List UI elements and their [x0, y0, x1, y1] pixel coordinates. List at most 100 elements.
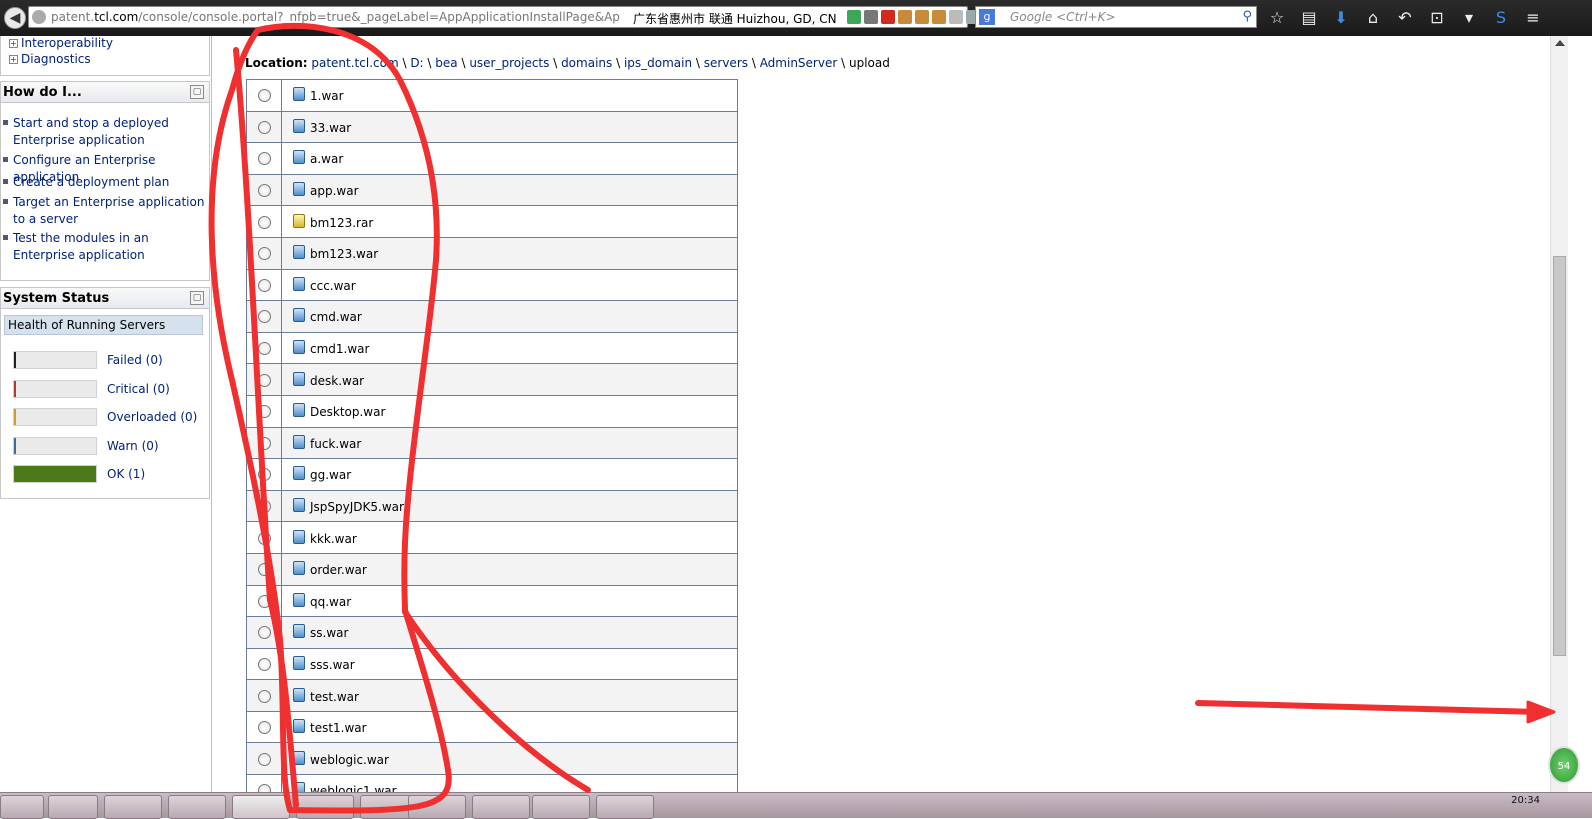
back-arrow-icon[interactable]: ◀ [4, 7, 26, 29]
file-radio-button[interactable] [257, 152, 271, 166]
file-radio-button[interactable] [257, 405, 271, 419]
health-bar [13, 379, 97, 398]
archive-file-icon [293, 213, 305, 228]
file-name: Desktop.war [310, 405, 386, 420]
home-icon[interactable]: ⌂ [1362, 7, 1384, 29]
system-status-header: System Status ▢ [0, 287, 210, 309]
war-file-icon [293, 118, 305, 133]
howto-link[interactable]: Create a deployment plan [3, 174, 213, 191]
breadcrumb-link[interactable]: servers [704, 56, 748, 70]
url-bar[interactable]: patent.tcl.com/console/console.portal?_n… [28, 6, 980, 28]
health-bar-fill [14, 352, 16, 368]
breadcrumb-link[interactable]: bea [435, 56, 457, 70]
file-radio-button[interactable] [257, 563, 271, 577]
health-label[interactable]: Overloaded (0) [107, 410, 197, 424]
howto-link[interactable]: Target an Enterprise application to a se… [3, 194, 213, 228]
war-file-icon [293, 592, 305, 607]
tree-item-interoperability[interactable]: + Interoperability [9, 36, 113, 50]
scroll-thumb[interactable] [1553, 256, 1566, 656]
undo-icon[interactable]: ↶ [1394, 7, 1416, 29]
collapse-icon[interactable]: ▢ [190, 85, 204, 99]
vertical-scrollbar[interactable] [1550, 36, 1568, 808]
system-status-body: Health of Running Servers Failed (0) Crit… [0, 309, 210, 499]
taskbar-app-button[interactable] [296, 795, 354, 819]
file-radio-button[interactable] [257, 278, 271, 292]
bookmarks-icon[interactable]: ▤ [1298, 7, 1320, 29]
tree-item-diagnostics[interactable]: + Diagnostics [9, 52, 91, 66]
war-file-icon [293, 245, 305, 260]
file-radio-button[interactable] [257, 594, 271, 608]
howto-link[interactable]: Test the modules in an Enterprise applic… [3, 230, 213, 264]
taskbar-app-button[interactable] [472, 795, 530, 819]
breadcrumb-separator: \ [457, 56, 470, 70]
health-label[interactable]: Critical (0) [107, 382, 170, 396]
url-text[interactable]: patent.tcl.com/console/console.portal?_n… [51, 10, 626, 26]
taskbar-app-button[interactable] [232, 795, 290, 819]
file-radio-button[interactable] [257, 468, 271, 482]
taskbar-app-button[interactable] [48, 795, 98, 819]
file-radio-button[interactable] [257, 373, 271, 387]
health-bar [13, 465, 97, 484]
war-file-icon [293, 687, 305, 702]
file-radio-button[interactable] [257, 215, 271, 229]
collapse-icon[interactable]: ▢ [190, 291, 204, 305]
file-radio-button[interactable] [257, 721, 271, 735]
file-radio-button[interactable] [257, 657, 271, 671]
file-radio-button[interactable] [257, 120, 271, 134]
taskbar-app-button[interactable] [168, 795, 226, 819]
taskbar: 20:34 [0, 792, 1592, 819]
file-radio-button[interactable] [257, 752, 271, 766]
taskbar-app-button[interactable] [596, 795, 654, 819]
table-row: test.war [246, 679, 738, 712]
file-radio-button[interactable] [257, 689, 271, 703]
file-radio-button[interactable] [257, 500, 271, 514]
table-row: test1.war [246, 710, 738, 744]
file-radio-button[interactable] [257, 436, 271, 450]
breadcrumb-current: upload [848, 56, 890, 70]
bullet-icon [3, 179, 8, 184]
shield-icon [847, 10, 861, 24]
health-bar-fill [14, 437, 16, 454]
taskbar-app-button[interactable] [104, 795, 162, 819]
health-label[interactable]: Warn (0) [107, 439, 159, 453]
breadcrumb-separator: \ [748, 56, 760, 70]
breadcrumb-link[interactable]: domains [561, 56, 612, 70]
file-radio-button[interactable] [257, 184, 271, 198]
file-radio-button[interactable] [257, 626, 271, 640]
health-label[interactable]: Failed (0) [107, 353, 163, 367]
menu-icon[interactable]: ≡ [1522, 7, 1544, 29]
google-icon[interactable]: g [979, 9, 995, 25]
search-placeholder: Google <Ctrl+K> [1010, 10, 1116, 24]
file-name: ccc.war [310, 278, 356, 293]
globe-icon [32, 10, 46, 24]
addon-icon[interactable]: S [1490, 7, 1512, 29]
file-table: 1.war 33.war a.war app.war bm123.rar bm123.wa… [246, 79, 738, 807]
star-icon[interactable]: ☆ [1266, 7, 1288, 29]
taskbar-app-button[interactable] [532, 795, 590, 819]
table-row: weblogic.war [246, 742, 738, 776]
file-radio-button[interactable] [257, 531, 271, 545]
breadcrumb-link[interactable]: user_projects [469, 56, 549, 70]
file-radio-button[interactable] [257, 342, 271, 356]
war-file-icon [293, 719, 305, 734]
table-row: bm123.rar [246, 205, 738, 238]
breadcrumb-link[interactable]: ips_domain [624, 56, 692, 70]
download-icon[interactable]: ⬇ [1330, 7, 1352, 29]
breadcrumb-link[interactable]: D: [410, 56, 423, 70]
file-radio-button[interactable] [257, 247, 271, 261]
howto-link[interactable]: Start and stop a deployed Enterprise app… [3, 115, 213, 149]
notification-badge[interactable]: 54 [1548, 746, 1580, 784]
dropdown-icon[interactable]: ▾ [1458, 7, 1480, 29]
scroll-up-icon[interactable] [1555, 40, 1565, 46]
file-radio-button[interactable] [257, 89, 271, 103]
start-button[interactable] [0, 795, 44, 819]
breadcrumb-link[interactable]: AdminServer [760, 56, 838, 70]
search-bar[interactable]: g Google <Ctrl+K> ⚲ [975, 6, 1257, 28]
file-radio-button[interactable] [257, 310, 271, 324]
health-label[interactable]: OK (1) [107, 467, 145, 481]
table-row: qq.war [246, 584, 738, 618]
breadcrumb-link[interactable]: patent.tcl.com [311, 56, 398, 70]
taskbar-app-button[interactable] [408, 795, 466, 819]
crop-icon[interactable]: ⊡ [1426, 7, 1448, 29]
search-icon[interactable]: ⚲ [1242, 9, 1252, 24]
